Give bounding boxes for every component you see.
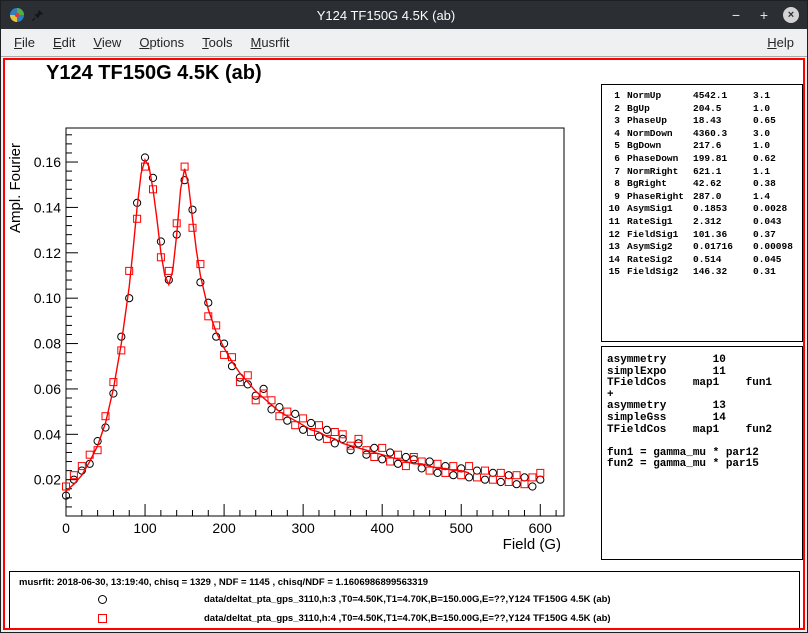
svg-text:400: 400	[371, 520, 395, 536]
menu-bar: File Edit View Options Tools Musrfit Hel…	[1, 29, 807, 57]
parameter-row: 5BgDown217.61.0	[606, 140, 798, 153]
parameter-row: 4NormDown4360.33.0	[606, 128, 798, 141]
fit-info-pave[interactable]: musrfit: 2018-06-30, 13:19:40, chisq = 1…	[9, 571, 800, 629]
menu-file[interactable]: File	[5, 31, 44, 54]
app-icon	[9, 7, 25, 23]
legend-label: data/deltat_pta_gps_3110,h:4 ,T0=4.50K,T…	[204, 613, 611, 624]
fit-info-line: musrfit: 2018-06-30, 13:19:40, chisq = 1…	[19, 577, 799, 588]
menu-help[interactable]: Help	[758, 31, 803, 54]
parameter-pave[interactable]: 1NormUp4542.13.12BgUp204.51.03PhaseUp18.…	[601, 84, 803, 342]
parameter-row: 7NormRight621.11.1	[606, 166, 798, 179]
svg-text:100: 100	[133, 520, 157, 536]
svg-text:0.06: 0.06	[34, 381, 61, 397]
svg-text:300: 300	[291, 520, 315, 536]
square-marker-icon	[98, 614, 107, 623]
svg-text:0.02: 0.02	[34, 472, 61, 488]
svg-text:0.14: 0.14	[34, 199, 61, 215]
minimize-button[interactable]: −	[727, 6, 745, 24]
parameter-row: 13AsymSig20.017160.00098	[606, 241, 798, 254]
legend-row: data/deltat_pta_gps_3110,h:4 ,T0=4.50K,T…	[10, 609, 799, 628]
svg-text:Ampl. Fourier: Ampl. Fourier	[7, 143, 24, 233]
svg-text:500: 500	[450, 520, 474, 536]
parameter-row: 10AsymSig10.18530.0028	[606, 203, 798, 216]
theory-pave[interactable]: asymmetry 10 simplExpo 11 TFieldCos map1…	[601, 346, 803, 560]
theory-text: asymmetry 10 simplExpo 11 TFieldCos map1…	[607, 355, 797, 471]
close-button[interactable]: ×	[783, 7, 799, 23]
parameter-row: 15FieldSig2146.320.31	[606, 266, 798, 279]
svg-text:200: 200	[212, 520, 236, 536]
parameter-row: 12FieldSig1101.360.37	[606, 229, 798, 242]
menu-options[interactable]: Options	[130, 31, 193, 54]
svg-text:0.10: 0.10	[34, 290, 61, 306]
svg-text:600: 600	[529, 520, 553, 536]
svg-text:0.04: 0.04	[34, 426, 61, 442]
window-title: Y124 TF150G 4.5K (ab)	[45, 8, 727, 23]
menu-musrfit[interactable]: Musrfit	[242, 31, 299, 54]
menu-edit[interactable]: Edit	[44, 31, 84, 54]
parameter-row: 11RateSig12.3120.043	[606, 216, 798, 229]
parameter-row: 14RateSig20.5140.045	[606, 254, 798, 267]
svg-text:0: 0	[62, 520, 70, 536]
parameter-row: 3PhaseUp18.430.65	[606, 115, 798, 128]
circle-marker-icon	[98, 595, 107, 604]
root-canvas[interactable]: Y124 TF150G 4.5K (ab) 010020030040050060…	[3, 58, 805, 630]
pin-icon	[31, 8, 45, 22]
legend-rows: data/deltat_pta_gps_3110,h:3 ,T0=4.50K,T…	[10, 590, 799, 628]
application-window: Y124 TF150G 4.5K (ab) − + × File Edit Vi…	[0, 0, 808, 633]
menu-view[interactable]: View	[84, 31, 130, 54]
legend-row: data/deltat_pta_gps_3110,h:3 ,T0=4.50K,T…	[10, 590, 799, 609]
menu-tools[interactable]: Tools	[193, 31, 241, 54]
parameter-row: 1NormUp4542.13.1	[606, 90, 798, 103]
parameter-row: 2BgUp204.51.0	[606, 103, 798, 116]
legend-label: data/deltat_pta_gps_3110,h:3 ,T0=4.50K,T…	[204, 594, 611, 605]
svg-text:Field (G): Field (G)	[503, 536, 561, 553]
svg-text:0.12: 0.12	[34, 245, 61, 261]
parameter-row: 9PhaseRight287.01.4	[606, 191, 798, 204]
parameter-row: 8BgRight42.620.38	[606, 178, 798, 191]
maximize-button[interactable]: +	[755, 6, 773, 24]
parameter-list: 1NormUp4542.13.12BgUp204.51.03PhaseUp18.…	[606, 90, 798, 279]
title-bar[interactable]: Y124 TF150G 4.5K (ab) − + ×	[1, 1, 807, 29]
parameter-row: 6PhaseDown199.810.62	[606, 153, 798, 166]
svg-text:0.16: 0.16	[34, 154, 61, 170]
svg-text:0.08: 0.08	[34, 336, 61, 352]
